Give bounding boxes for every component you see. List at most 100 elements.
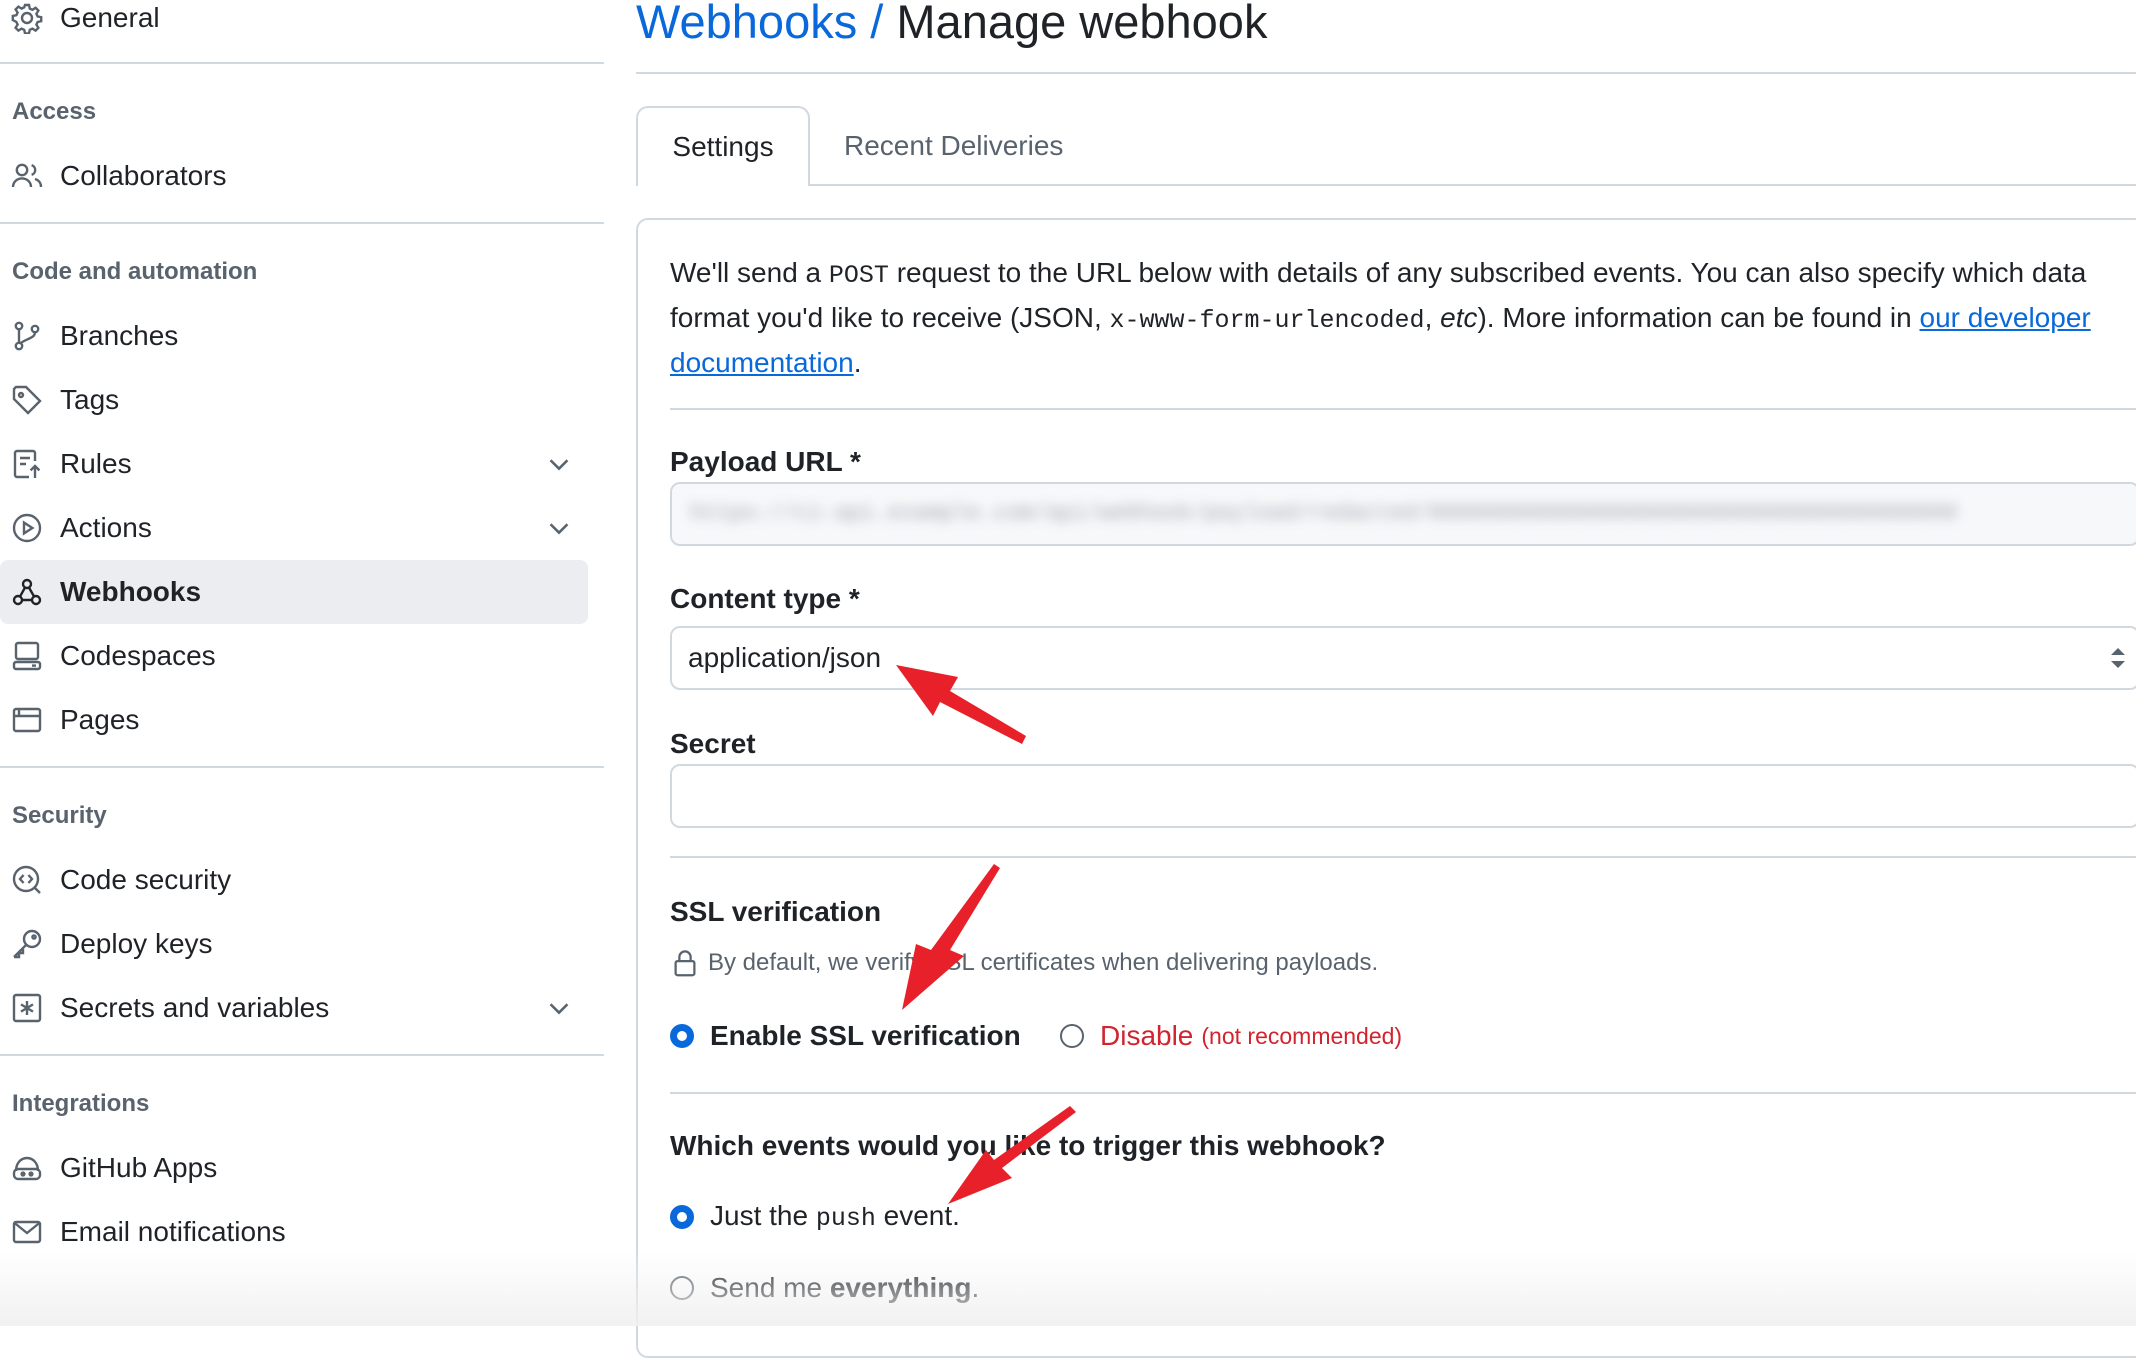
chevron-down-icon[interactable] [544, 513, 574, 543]
sidebar-item-label: Collaborators [60, 160, 227, 191]
ssl-verification-heading: SSL verification [670, 896, 882, 927]
sidebar-item-label: Pages [60, 704, 140, 735]
sidebar-item-label: Branches [60, 320, 179, 351]
mail-icon [10, 1215, 44, 1249]
sidebar-item-branches[interactable]: Branches [0, 304, 588, 368]
breadcrumb-webhooks-link[interactable]: Webhooks [636, 0, 857, 48]
sidebar-item-label: General [60, 2, 160, 33]
sidebar-heading-code: Code and automation [12, 258, 258, 285]
breadcrumb-separator: / [857, 0, 897, 48]
everything-label-post: . [971, 1272, 980, 1303]
git-branch-icon [10, 319, 44, 353]
intro-text-part: , [1424, 302, 1441, 333]
sidebar-item-label: Email notifications [60, 1216, 286, 1247]
section-divider [670, 856, 2136, 858]
people-icon [10, 159, 44, 193]
sidebar-divider [0, 1054, 604, 1056]
play-icon [10, 511, 44, 545]
radio-selected-indicator[interactable] [670, 1024, 694, 1048]
sidebar-item-general[interactable]: General [0, 0, 588, 50]
lock-icon [670, 948, 700, 978]
payload-url-input[interactable]: https://ci-api.example.com/api/webhook/p… [670, 482, 2136, 546]
codescan-icon [10, 863, 44, 897]
settings-sidebar: General Access Collaborators Code and au… [0, 0, 604, 1326]
everything-label: Send me everything. [710, 1272, 979, 1304]
secret-input[interactable] [670, 764, 2136, 828]
radio-selected-indicator[interactable] [670, 1204, 694, 1229]
rules-icon [10, 447, 44, 481]
sidebar-item-tags[interactable]: Tags [0, 368, 588, 432]
section-divider [670, 408, 2136, 410]
sidebar-divider [0, 766, 604, 768]
content-type-value: application/json [688, 642, 882, 673]
radio-unselected-indicator[interactable] [1060, 1024, 1084, 1048]
tag-icon [10, 383, 44, 417]
sidebar-divider [0, 62, 604, 64]
sidebar-heading-security: Security [12, 802, 107, 829]
sidebar-item-code-security[interactable]: Code security [0, 848, 588, 912]
sidebar-item-deploy-keys[interactable]: Deploy keys [0, 912, 588, 976]
everything-label-pre: Send me [710, 1272, 830, 1303]
sidebar-item-label: Actions [60, 512, 152, 543]
intro-text-part: . [853, 347, 862, 378]
sidebar-item-label: Secrets and variables [60, 992, 330, 1023]
codespaces-icon [10, 639, 44, 673]
sidebar-item-collaborators[interactable]: Collaborators [0, 144, 588, 208]
sidebar-item-label: Code security [60, 864, 232, 895]
intro-code: x-www-form-urlencoded [1109, 306, 1425, 335]
everything-radio[interactable]: Send me everything. [670, 1272, 979, 1304]
select-caret-icon [2108, 644, 2128, 672]
sidebar-item-label: Tags [60, 384, 120, 415]
intro-etc: etc [1440, 302, 1478, 333]
sidebar-item-github-apps[interactable]: GitHub Apps [0, 1136, 588, 1200]
key-asterisk-icon [10, 991, 44, 1025]
enable-ssl-radio[interactable]: Enable SSL verification [670, 1020, 1021, 1052]
sidebar-item-codespaces[interactable]: Codespaces [0, 624, 588, 688]
intro-text-part: ). More information can be found in [1477, 302, 1920, 333]
sidebar-item-rules[interactable]: Rules [0, 432, 588, 496]
apps-icon [10, 1151, 44, 1185]
sidebar-divider [0, 222, 604, 224]
tab-recent-deliveries[interactable]: Recent Deliveries [822, 106, 1085, 186]
events-heading: Which events would you like to trigger t… [670, 1130, 1386, 1161]
radio-unselected-indicator[interactable] [670, 1276, 694, 1300]
secret-label: Secret [670, 728, 756, 759]
page-title: Webhooks / Manage webhook [636, 0, 1267, 50]
gear-icon [10, 1, 44, 35]
tab-settings[interactable]: Settings [636, 106, 810, 186]
payload-url-label: Payload URL * [670, 446, 861, 477]
not-recommended-note: (not recommended) [1201, 1022, 1403, 1049]
push-event-label-post: event. [875, 1200, 960, 1231]
intro-text: We'll send a POST request to the URL bel… [670, 252, 2136, 384]
sidebar-heading-integrations: Integrations [12, 1090, 150, 1117]
sidebar-item-label: Rules [60, 448, 132, 479]
sidebar-heading-access: Access [12, 98, 97, 125]
push-code: push [815, 1204, 876, 1233]
browser-icon [10, 703, 44, 737]
sidebar-item-secrets-and-variables[interactable]: Secrets and variables [0, 976, 588, 1040]
ssl-hint: By default, we verify SSL certificates w… [670, 948, 1378, 978]
sidebar-item-email-notifications[interactable]: Email notifications [0, 1200, 588, 1264]
sidebar-item-webhooks[interactable]: Webhooks [0, 560, 588, 624]
disable-ssl-radio[interactable]: Disable (not recommended) [1060, 1020, 1402, 1052]
ssl-hint-text: By default, we verify SSL certificates w… [708, 949, 1379, 976]
content-type-label: Content type * [670, 583, 860, 614]
intro-code: POST [828, 261, 889, 290]
everything-label-bold: everything [829, 1272, 972, 1303]
sidebar-item-label: GitHub Apps [60, 1152, 218, 1183]
push-event-radio[interactable]: Just the push event. [670, 1200, 960, 1233]
chevron-down-icon[interactable] [544, 449, 574, 479]
push-event-label-pre: Just the [710, 1200, 816, 1231]
sidebar-item-actions[interactable]: Actions [0, 496, 588, 560]
key-icon [10, 927, 44, 961]
disable-ssl-label: Disable [1100, 1020, 1194, 1051]
sidebar-item-label: Deploy keys [60, 928, 213, 959]
content-type-select[interactable]: application/json [670, 626, 2136, 690]
enable-ssl-label: Enable SSL verification [710, 1020, 1021, 1051]
sidebar-item-pages[interactable]: Pages [0, 688, 588, 752]
chevron-down-icon[interactable] [544, 993, 574, 1023]
webhook-icon [10, 575, 44, 609]
payload-url-value-blurred: https://ci-api.example.com/api/webhook/p… [690, 501, 1958, 526]
title-divider [636, 72, 2136, 74]
section-divider [670, 1092, 2136, 1094]
